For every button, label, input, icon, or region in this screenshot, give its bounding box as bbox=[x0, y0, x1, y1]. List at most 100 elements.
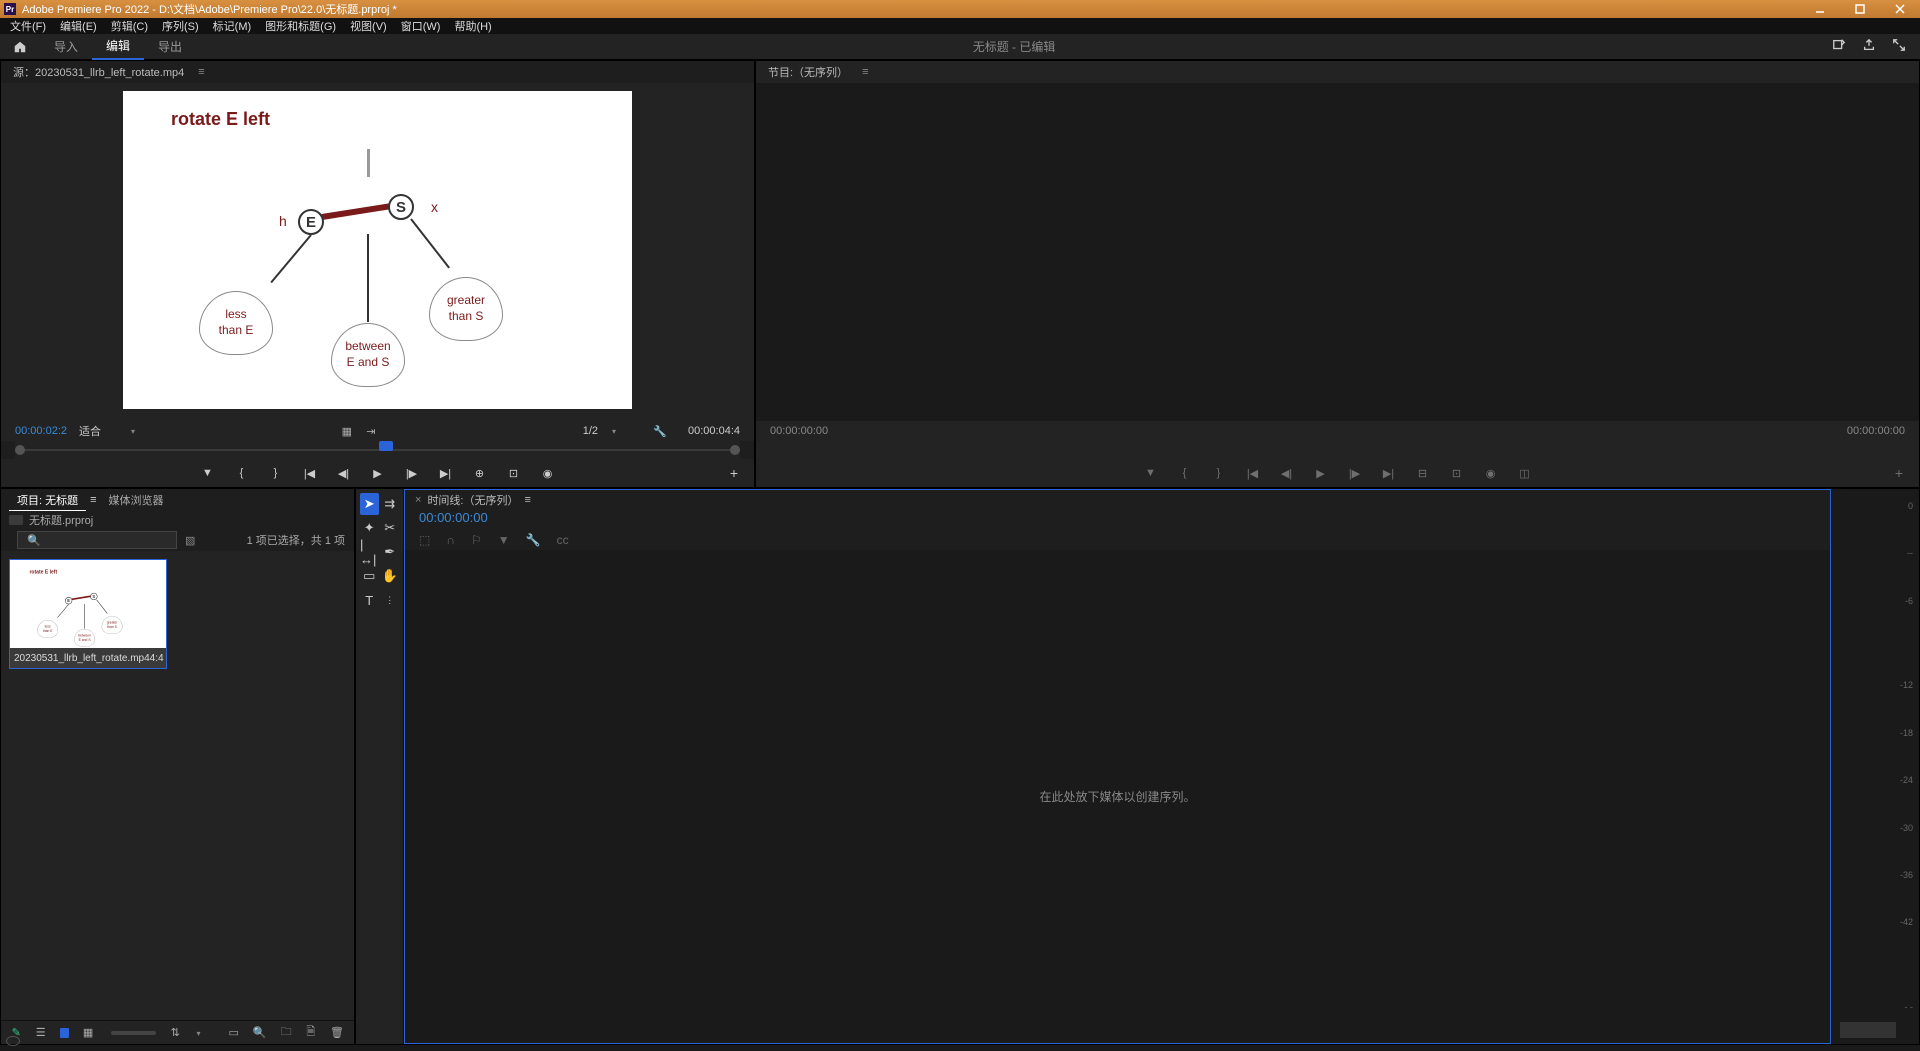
chevron-down-icon[interactable] bbox=[129, 425, 135, 437]
source-playhead[interactable] bbox=[379, 441, 393, 451]
source-panel-menu-icon[interactable]: ≡ bbox=[198, 66, 204, 78]
razor-tool[interactable]: ✂ bbox=[381, 517, 400, 539]
home-button[interactable] bbox=[0, 40, 40, 54]
ripple-edit-tool[interactable]: ✦ bbox=[360, 517, 379, 539]
window-minimize[interactable] bbox=[1800, 0, 1840, 18]
clip-item[interactable]: rotate E left E S less than E between E … bbox=[9, 559, 167, 669]
find-icon[interactable]: 🔍 bbox=[253, 1026, 267, 1040]
source-wrench-icon[interactable]: 🔧 bbox=[654, 425, 666, 437]
menu-sequence[interactable]: 序列(S) bbox=[156, 18, 205, 34]
tl-cc-icon[interactable]: cc bbox=[557, 533, 569, 547]
audio-meters[interactable]: 0 -- -6 -12 -18 -24 -30 -36 -42 - - bbox=[1831, 489, 1919, 1044]
source-preview[interactable]: rotate E left E S h x less than E betwee… bbox=[123, 91, 632, 409]
tl-add-marker-icon[interactable]: ▼ bbox=[498, 533, 510, 547]
menu-edit[interactable]: 编辑(E) bbox=[54, 18, 103, 34]
marker-button[interactable]: ▼ bbox=[200, 465, 216, 481]
thumbnail-size-slider[interactable] bbox=[111, 1031, 156, 1035]
source-resolution-dropdown[interactable]: 1/2 bbox=[583, 425, 598, 437]
new-item-icon[interactable]: 🗎 bbox=[306, 1026, 316, 1040]
timeline-tab[interactable]: 时间线:（无序列） bbox=[427, 492, 518, 508]
menu-graphics[interactable]: 图形和标题(G) bbox=[259, 18, 342, 34]
rectangle-tool[interactable]: ▭ bbox=[360, 565, 379, 587]
ws-tab-import[interactable]: 导入 bbox=[40, 34, 92, 60]
media-browser-tab[interactable]: 媒体浏览器 bbox=[101, 490, 172, 510]
window-maximize[interactable] bbox=[1840, 0, 1880, 18]
pg-export-frame-button[interactable]: ◉ bbox=[1483, 465, 1499, 481]
source-settings-btn-b[interactable]: ⇥ bbox=[365, 425, 377, 437]
menu-marker[interactable]: 标记(M) bbox=[207, 18, 258, 34]
pg-compare-button[interactable]: ◫ bbox=[1517, 465, 1533, 481]
type-tool[interactable]: T bbox=[360, 589, 379, 611]
project-panel-menu-icon[interactable]: ≡ bbox=[90, 494, 96, 506]
project-crumb[interactable]: 无标题.prproj bbox=[29, 512, 93, 528]
chevron-down-icon[interactable] bbox=[610, 425, 616, 437]
source-timecode[interactable]: 00:00:02:2 bbox=[15, 425, 67, 437]
project-bins[interactable]: rotate E left E S less than E between E … bbox=[1, 551, 354, 1020]
tl-wrench-icon[interactable]: 🔧 bbox=[526, 533, 541, 547]
export-frame-button[interactable]: ◉ bbox=[540, 465, 556, 481]
source-settings-btn-a[interactable]: ▦ bbox=[341, 425, 353, 437]
tl-snap-icon[interactable]: ⬚ bbox=[419, 533, 430, 547]
source-time-ruler[interactable] bbox=[15, 441, 740, 459]
freeform-view-icon[interactable]: ▦ bbox=[83, 1026, 93, 1040]
quick-export-icon[interactable] bbox=[1832, 38, 1846, 55]
timeline-dropzone[interactable]: 在此处放下媒体以创建序列。 bbox=[405, 550, 1830, 1043]
new-bin-from-search-icon[interactable]: ▧ bbox=[185, 534, 199, 547]
automate-to-sequence-icon[interactable]: ▭ bbox=[228, 1026, 238, 1040]
pg-lift-button[interactable]: ⊟ bbox=[1415, 465, 1431, 481]
share-icon[interactable] bbox=[1862, 38, 1876, 55]
sync-status-icon[interactable] bbox=[6, 1036, 20, 1046]
window-close[interactable] bbox=[1880, 0, 1920, 18]
list-view-icon[interactable]: ☰ bbox=[35, 1026, 45, 1040]
clip-thumbnail[interactable]: rotate E left E S less than E between E … bbox=[10, 560, 166, 648]
source-tab[interactable]: 源：20230531_llrb_left_rotate.mp4 bbox=[13, 64, 184, 80]
menu-view[interactable]: 视图(V) bbox=[344, 18, 393, 34]
pg-step-forward-button[interactable]: |▶ bbox=[1347, 465, 1363, 481]
program-panel-menu-icon[interactable]: ≡ bbox=[862, 66, 868, 78]
pg-in-point-button[interactable]: { bbox=[1177, 465, 1193, 481]
tl-linked-selection-icon[interactable]: ∩ bbox=[446, 533, 455, 547]
folder-icon[interactable] bbox=[9, 515, 23, 525]
program-timecode-left[interactable]: 00:00:00:00 bbox=[770, 425, 828, 437]
chevron-down-icon[interactable] bbox=[194, 1027, 200, 1039]
ws-tab-export[interactable]: 导出 bbox=[144, 34, 196, 60]
overwrite-button[interactable]: ⊡ bbox=[506, 465, 522, 481]
hand-tool[interactable]: ✋ bbox=[381, 565, 400, 587]
menu-file[interactable]: 文件(F) bbox=[4, 18, 52, 34]
project-search-input[interactable] bbox=[17, 531, 177, 549]
insert-button[interactable]: ⊕ bbox=[472, 465, 488, 481]
new-bin-icon[interactable]: 🗀 bbox=[281, 1026, 292, 1040]
slip-tool[interactable]: |↔| bbox=[360, 541, 379, 563]
pg-out-point-button[interactable]: } bbox=[1211, 465, 1227, 481]
track-select-tool[interactable]: ⇉ bbox=[381, 493, 400, 515]
pg-play-button[interactable]: ▶ bbox=[1313, 465, 1329, 481]
icon-view-icon[interactable] bbox=[60, 1028, 69, 1038]
pen-tool[interactable]: ✒ bbox=[381, 541, 400, 563]
pg-marker-button[interactable]: ▼ bbox=[1143, 465, 1159, 481]
sort-icon[interactable]: ⇅ bbox=[170, 1026, 180, 1040]
menu-window[interactable]: 窗口(W) bbox=[395, 18, 447, 34]
program-preview[interactable] bbox=[756, 83, 1919, 421]
pg-go-to-in-button[interactable]: |◀ bbox=[1245, 465, 1261, 481]
delete-icon[interactable]: 🗑 bbox=[330, 1026, 344, 1040]
selection-tool[interactable]: ➤ bbox=[360, 493, 379, 515]
project-tab[interactable]: 项目: 无标题 bbox=[9, 490, 86, 511]
step-forward-button[interactable]: |▶ bbox=[404, 465, 420, 481]
timeline-tab-close[interactable]: × bbox=[415, 494, 421, 506]
source-button-editor[interactable]: + bbox=[730, 465, 738, 481]
out-point-button[interactable]: } bbox=[268, 465, 284, 481]
timeline-panel-menu-icon[interactable]: ≡ bbox=[525, 494, 531, 506]
fullscreen-icon[interactable] bbox=[1892, 38, 1906, 55]
menu-help[interactable]: 帮助(H) bbox=[448, 18, 497, 34]
program-button-editor[interactable]: + bbox=[1895, 465, 1903, 481]
step-back-button[interactable]: ◀| bbox=[336, 465, 352, 481]
pg-go-to-out-button[interactable]: ▶| bbox=[1381, 465, 1397, 481]
pg-step-back-button[interactable]: ◀| bbox=[1279, 465, 1295, 481]
menu-clip[interactable]: 剪辑(C) bbox=[105, 18, 154, 34]
timeline-timecode[interactable]: 00:00:00:00 bbox=[405, 510, 1830, 530]
in-point-button[interactable]: { bbox=[234, 465, 250, 481]
source-fit-dropdown[interactable]: 适合 bbox=[79, 423, 101, 439]
ws-tab-edit[interactable]: 编辑 bbox=[92, 34, 144, 60]
tool-more[interactable]: ⋮ bbox=[381, 589, 400, 611]
pg-extract-button[interactable]: ⊡ bbox=[1449, 465, 1465, 481]
